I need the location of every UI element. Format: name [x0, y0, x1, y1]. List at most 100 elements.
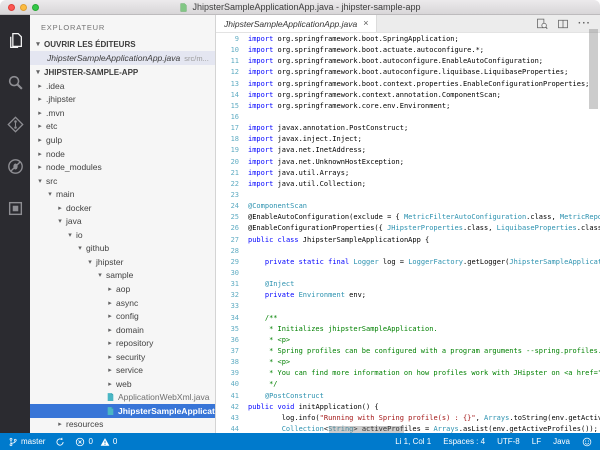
code-line[interactable]: 26@EnableConfigurationProperties({ JHips… [216, 223, 600, 234]
files-icon[interactable] [0, 19, 30, 61]
code-line[interactable]: 41 @PostConstruct [216, 391, 600, 402]
code-line[interactable]: 38 * <p> [216, 357, 600, 368]
close-tab-icon[interactable]: × [363, 19, 368, 28]
open-editor-item[interactable]: JhipsterSampleApplicationApp.java src/m.… [30, 51, 215, 65]
line-number: 39 [216, 368, 239, 379]
tree-item-folder-sample[interactable]: ▾sample [30, 269, 215, 283]
code-line[interactable]: 28 [216, 246, 600, 257]
tree-item-label: resources [66, 419, 103, 429]
problems-indicator[interactable]: 0 0 [75, 437, 117, 447]
code-line[interactable]: 10import org.springframework.boot.actuat… [216, 45, 600, 56]
horizontal-scrollbar[interactable] [329, 426, 404, 433]
chevron-right-icon: ▸ [106, 326, 114, 334]
code-line[interactable]: 44 Collection<String> activeProfiles = A… [216, 424, 600, 433]
close-window-button[interactable] [8, 4, 15, 11]
feedback-smiley-icon[interactable] [582, 437, 592, 447]
code-line[interactable]: 34 /** [216, 313, 600, 324]
code-line[interactable]: 15import org.springframework.core.env.En… [216, 101, 600, 112]
code-line[interactable]: 37 * Spring profiles can be configured w… [216, 346, 600, 357]
code-line[interactable]: 25@EnableAutoConfiguration(exclude = { M… [216, 212, 600, 223]
chevron-right-icon: ▸ [36, 109, 44, 117]
encoding-setting[interactable]: UTF-8 [497, 437, 520, 446]
vertical-scrollbar[interactable] [589, 29, 598, 109]
tree-item-folder-async[interactable]: ▸async [30, 296, 215, 310]
tree-item-folder-security[interactable]: ▸security [30, 350, 215, 364]
code-line[interactable]: 42public void initApplication() { [216, 402, 600, 413]
tree-item-folder-src[interactable]: ▾src [30, 174, 215, 188]
open-editors-header[interactable]: ▾ OUVRIR LES ÉDITEURS [30, 37, 215, 51]
code-line[interactable]: 35 * Initializes jhipsterSampleApplicati… [216, 324, 600, 335]
search-icon[interactable] [0, 61, 30, 103]
code-line[interactable]: 29 private static final Logger log = Log… [216, 257, 600, 268]
open-preview-icon[interactable] [536, 18, 548, 30]
tree-item-folder--idea[interactable]: ▸.idea [30, 79, 215, 93]
code-line[interactable]: 9import org.springframework.boot.SpringA… [216, 34, 600, 45]
code-line[interactable]: 39 * You can find more information on ho… [216, 368, 600, 379]
language-mode[interactable]: Java [553, 437, 570, 446]
code-line[interactable]: 43 log.info("Running with Spring profile… [216, 413, 600, 424]
tree-item-folder-java[interactable]: ▾java [30, 214, 215, 228]
tree-item-folder-repository[interactable]: ▸repository [30, 336, 215, 350]
split-editor-icon[interactable] [557, 18, 569, 30]
warning-icon [100, 437, 110, 447]
project-name-label: JHIPSTER-SAMPLE-APP [44, 68, 138, 77]
indentation-setting[interactable]: Espaces : 4 [443, 437, 485, 446]
tree-item-folder-jhipster[interactable]: ▾jhipster [30, 255, 215, 269]
tree-item-folder--jhipster[interactable]: ▸.jhipster [30, 93, 215, 107]
code-line[interactable]: 24@ComponentScan [216, 201, 600, 212]
code-line[interactable]: 11import org.springframework.boot.autoco… [216, 56, 600, 67]
code-line[interactable]: 32 private Environment env; [216, 290, 600, 301]
extensions-icon[interactable] [0, 187, 30, 229]
cursor-position[interactable]: Li 1, Col 1 [395, 437, 431, 446]
tree-item-folder-gulp[interactable]: ▸gulp [30, 133, 215, 147]
code-line[interactable]: 27public class JhipsterSampleApplication… [216, 235, 600, 246]
code-editor[interactable]: 9import org.springframework.boot.SpringA… [216, 34, 600, 433]
tree-item-folder-domain[interactable]: ▸domain [30, 323, 215, 337]
tree-item-folder-aop[interactable]: ▸aop [30, 282, 215, 296]
tree-item-folder-config[interactable]: ▸config [30, 309, 215, 323]
code-line[interactable]: 20import java.net.UnknownHostException; [216, 157, 600, 168]
tree-item-folder-docker[interactable]: ▸docker [30, 201, 215, 215]
tree-item-folder-resources[interactable]: ▸resources [30, 418, 215, 432]
tree-item-folder--mvn[interactable]: ▸.mvn [30, 106, 215, 120]
tree-item-label: java [66, 216, 82, 226]
git-branch-indicator[interactable]: master [8, 437, 45, 447]
project-section-header[interactable]: ▾ JHIPSTER-SAMPLE-APP [30, 65, 215, 79]
debug-icon[interactable] [0, 145, 30, 187]
code-line[interactable]: 22import java.util.Collection; [216, 179, 600, 190]
eol-setting[interactable]: LF [532, 437, 541, 446]
tree-item-folder-etc[interactable]: ▸etc [30, 120, 215, 134]
code-line[interactable]: 12import org.springframework.boot.autoco… [216, 67, 600, 78]
tree-item-folder-node[interactable]: ▸node [30, 147, 215, 161]
code-line[interactable]: 23 [216, 190, 600, 201]
code-line[interactable]: 17import javax.annotation.PostConstruct; [216, 123, 600, 134]
tree-item-file-jhipstersampleapplicationapp-java[interactable]: JhipsterSampleApplicationApp.java [30, 404, 215, 418]
tree-item-folder-node-modules[interactable]: ▸node_modules [30, 160, 215, 174]
code-line[interactable]: 36 * <p> [216, 335, 600, 346]
code-line[interactable]: 33 [216, 301, 600, 312]
code-line[interactable]: 18import javax.inject.Inject; [216, 134, 600, 145]
code-line[interactable]: 30 [216, 268, 600, 279]
code-line[interactable]: 40 */ [216, 379, 600, 390]
tab-jhipstersampleapplicationapp[interactable]: JhipsterSampleApplicationApp.java × [216, 15, 377, 32]
code-line-content: public void initApplication() { [239, 402, 379, 413]
tree-item-folder-github[interactable]: ▾github [30, 242, 215, 256]
code-line[interactable]: 14import org.springframework.context.ann… [216, 90, 600, 101]
code-line[interactable]: 13import org.springframework.boot.contex… [216, 79, 600, 90]
code-line[interactable]: 31 @Inject [216, 279, 600, 290]
tree-item-folder-main[interactable]: ▾main [30, 187, 215, 201]
minimize-window-button[interactable] [20, 4, 27, 11]
source-control-icon[interactable] [0, 103, 30, 145]
tree-item-file-applicationwebxml-java[interactable]: ApplicationWebXml.java [30, 391, 215, 405]
zoom-window-button[interactable] [32, 4, 39, 11]
sync-button[interactable] [55, 437, 65, 447]
more-actions-icon[interactable]: ··· [578, 18, 591, 29]
code-line[interactable]: 19import java.net.InetAddress; [216, 145, 600, 156]
code-line[interactable]: 16 [216, 112, 600, 123]
tree-item-folder-io[interactable]: ▾io [30, 228, 215, 242]
tree-item-folder-web[interactable]: ▸web [30, 377, 215, 391]
code-line[interactable]: 21import java.util.Arrays; [216, 168, 600, 179]
tree-item-label: node [46, 149, 65, 159]
tree-item-folder-service[interactable]: ▸service [30, 363, 215, 377]
code-line-content: import javax.inject.Inject; [239, 134, 362, 145]
